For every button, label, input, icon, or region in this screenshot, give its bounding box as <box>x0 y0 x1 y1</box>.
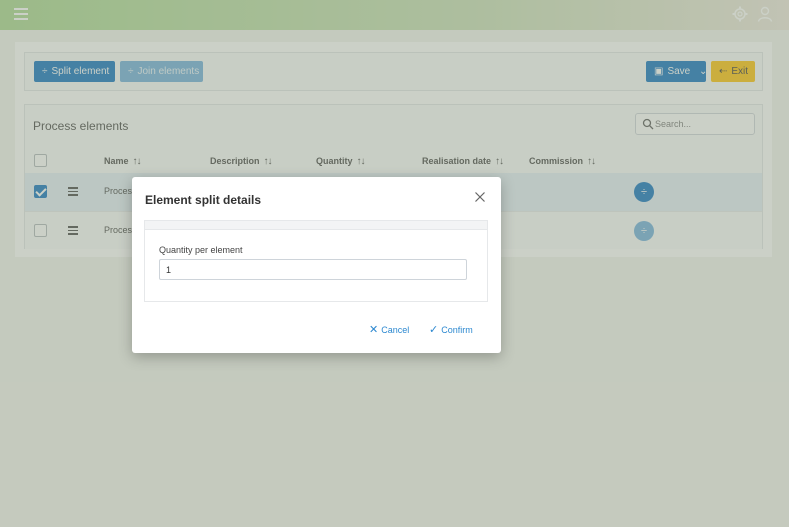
element-split-dialog: Element split details Quantity per eleme… <box>132 177 501 353</box>
dialog-body-band <box>145 221 487 230</box>
confirm-label: Confirm <box>441 325 473 335</box>
confirm-button[interactable]: ✓ Confirm <box>429 323 473 336</box>
close-icon: ✕ <box>369 324 379 336</box>
quantity-per-element-input[interactable] <box>159 259 467 280</box>
close-icon[interactable] <box>474 191 486 203</box>
cancel-label: Cancel <box>381 325 410 335</box>
dialog-title: Element split details <box>145 193 262 207</box>
dialog-body: Quantity per element <box>144 220 488 302</box>
check-icon: ✓ <box>429 324 439 336</box>
quantity-per-element-label: Quantity per element <box>159 245 243 255</box>
cancel-button[interactable]: ✕ Cancel <box>369 323 409 336</box>
